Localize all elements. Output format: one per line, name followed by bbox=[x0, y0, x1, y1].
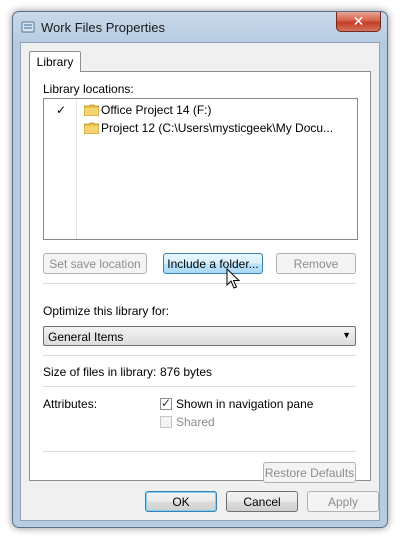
title-bar[interactable]: Work Files Properties ✕ bbox=[13, 12, 387, 42]
separator bbox=[43, 386, 356, 387]
dialog-body: Library Library locations: ✓ Office Proj… bbox=[20, 42, 380, 521]
library-tab-panel: Library locations: ✓ Office Project 14 (… bbox=[29, 71, 371, 483]
shared-checkbox[interactable] bbox=[160, 416, 172, 428]
list-item-label: Project 12 (C:\Users\mysticgeek\My Docu.… bbox=[101, 121, 334, 135]
set-save-location-button[interactable]: Set save location bbox=[43, 253, 147, 274]
list-item[interactable]: ✓ Office Project 14 (F:) bbox=[44, 102, 357, 120]
size-value: 876 bytes bbox=[160, 365, 213, 379]
optimize-selected-value: General Items bbox=[48, 330, 124, 344]
optimize-label: Optimize this library for: bbox=[43, 304, 170, 318]
chevron-down-icon: ▼ bbox=[342, 330, 351, 340]
shown-in-nav-label: Shown in navigation pane bbox=[176, 397, 314, 411]
list-item[interactable]: Project 12 (C:\Users\mysticgeek\My Docu.… bbox=[44, 120, 357, 138]
default-save-checkmark: ✓ bbox=[56, 103, 67, 117]
ok-button[interactable]: OK bbox=[145, 491, 217, 512]
properties-window: Work Files Properties ✕ Library Library … bbox=[12, 11, 388, 528]
separator bbox=[43, 355, 356, 356]
attributes-label: Attributes: bbox=[43, 397, 98, 411]
close-button[interactable]: ✕ bbox=[336, 12, 381, 32]
folder-icon bbox=[84, 104, 99, 116]
include-folder-button[interactable]: Include a folder... bbox=[163, 253, 263, 274]
folder-icon bbox=[84, 122, 99, 134]
tab-library[interactable]: Library bbox=[29, 51, 81, 72]
separator bbox=[43, 283, 356, 284]
window-title: Work Files Properties bbox=[41, 20, 166, 35]
shared-label: Shared bbox=[176, 415, 215, 429]
mouse-pointer-icon bbox=[226, 268, 240, 289]
list-item-label: Office Project 14 (F:) bbox=[101, 103, 212, 117]
size-label: Size of files in library: bbox=[43, 365, 157, 379]
restore-defaults-button[interactable]: Restore Defaults bbox=[263, 462, 356, 483]
apply-button[interactable]: Apply bbox=[307, 491, 379, 512]
remove-button[interactable]: Remove bbox=[276, 253, 356, 274]
shown-in-nav-checkbox[interactable] bbox=[160, 396, 172, 410]
separator bbox=[43, 451, 356, 452]
optimize-dropdown[interactable]: General Items ▼ bbox=[43, 326, 356, 346]
library-locations-label: Library locations: bbox=[43, 82, 134, 96]
library-icon bbox=[21, 21, 35, 33]
library-locations-list[interactable]: ✓ Office Project 14 (F:) Project 12 (C:\… bbox=[43, 98, 358, 240]
cancel-button[interactable]: Cancel bbox=[226, 491, 298, 512]
